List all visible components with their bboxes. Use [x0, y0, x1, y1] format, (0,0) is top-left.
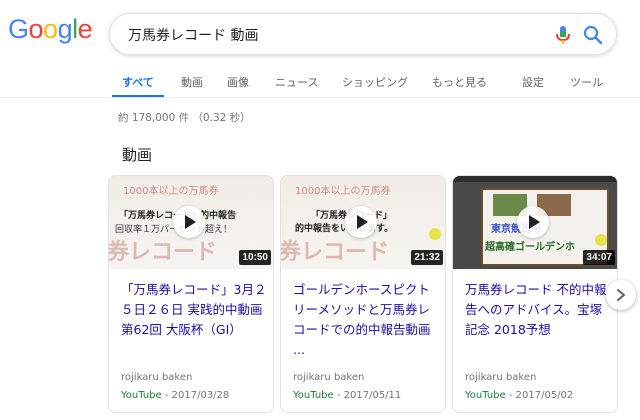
- thumbnail-text: 1000本以上の万馬券: [123, 186, 219, 197]
- play-icon[interactable]: [345, 206, 377, 238]
- tab-shopping[interactable]: ショッピング: [342, 74, 408, 90]
- tab-all[interactable]: すべて: [122, 74, 154, 90]
- video-thumbnail[interactable]: 1000本以上の万馬券 「万馬券レコード」 的中報告をいたします。 券レコード …: [281, 176, 445, 269]
- thumbnail-text: 券レコード: [281, 240, 390, 265]
- upload-date: - 2017/05/11: [333, 390, 402, 401]
- cursor-marker: [595, 234, 607, 246]
- channel-name: rojikaru baken: [293, 372, 365, 383]
- section-title: 動画: [122, 146, 153, 164]
- tab-more[interactable]: もっと見る: [432, 74, 487, 90]
- thumbnail-text: 超高確ゴールデンホ: [485, 242, 575, 253]
- video-thumbnail[interactable]: 1000本以上の万馬券 「万馬券レコード」的中報告 回収率１万パーセント超え！ …: [109, 176, 273, 269]
- search-icon[interactable]: [582, 24, 604, 46]
- cursor-marker: [429, 228, 441, 240]
- logo-letter: g: [57, 14, 73, 44]
- video-title-link[interactable]: ゴールデンホースピクトリーメソッドと万馬券レコードでの的中報告動画 ...: [293, 280, 441, 360]
- play-icon[interactable]: [517, 206, 549, 238]
- video-thumbnail[interactable]: 東京競馬場 超高確ゴールデンホ 34:07: [453, 176, 617, 269]
- logo-letter: e: [77, 14, 93, 44]
- channel-name: rojikaru baken: [465, 372, 537, 383]
- logo-letter: G: [8, 14, 29, 44]
- upload-date: - 2017/03/28: [161, 390, 230, 401]
- google-logo[interactable]: Google: [8, 14, 93, 44]
- logo-letter: o: [28, 14, 44, 44]
- video-title-link[interactable]: 万馬券レコード 不的中報告へのアドバイス。宝塚記念 2018予想: [465, 280, 613, 340]
- search-input[interactable]: 万馬券レコード 動画: [128, 25, 258, 45]
- video-card[interactable]: 1000本以上の万馬券 「万馬券レコード」的中報告 回収率１万パーセント超え！ …: [108, 175, 274, 413]
- chevron-right-icon: [617, 289, 625, 301]
- video-duration: 34:07: [583, 250, 615, 265]
- source-site: YouTube: [465, 390, 506, 401]
- search-tabs: すべて 動画 画像 ニュース ショッピング もっと見る 設定 ツール: [0, 62, 640, 98]
- video-duration: 10:50: [239, 250, 271, 265]
- logo-letter: o: [43, 14, 58, 44]
- channel-name: rojikaru baken: [121, 372, 193, 383]
- divider: [0, 97, 640, 98]
- tab-news[interactable]: ニュース: [275, 74, 318, 90]
- source-site: YouTube: [121, 390, 162, 401]
- video-title-link[interactable]: 「万馬券レコード」3月２５日２６日 実践的中動画 第62回 大阪杯（GI）: [121, 280, 269, 340]
- video-source: YouTube - 2017/03/28: [121, 390, 229, 401]
- tab-images[interactable]: 画像: [227, 74, 249, 90]
- upload-date: - 2017/05/02: [505, 390, 574, 401]
- video-source: YouTube - 2017/05/11: [293, 390, 401, 401]
- result-stats: 約 178,000 件 （0.32 秒）: [118, 112, 251, 124]
- carousel-next-button[interactable]: [606, 280, 636, 310]
- video-card[interactable]: 1000本以上の万馬券 「万馬券レコード」 的中報告をいたします。 券レコード …: [280, 175, 446, 413]
- video-duration: 21:32: [411, 250, 443, 265]
- thumbnail-text: 1000本以上の万馬券: [295, 186, 391, 197]
- tab-videos[interactable]: 動画: [181, 74, 203, 90]
- search-box[interactable]: 万馬券レコード 動画: [109, 13, 617, 55]
- play-icon[interactable]: [173, 206, 205, 238]
- mic-icon[interactable]: [554, 25, 572, 45]
- thumbnail-text: 券レコード: [109, 240, 218, 265]
- video-card[interactable]: 東京競馬場 超高確ゴールデンホ 34:07 万馬券レコード 不的中報告へのアドバ…: [452, 175, 618, 413]
- tab-settings[interactable]: 設定: [522, 74, 544, 90]
- source-site: YouTube: [293, 390, 334, 401]
- tab-tools[interactable]: ツール: [570, 74, 603, 90]
- video-source: YouTube - 2017/05/02: [465, 390, 573, 401]
